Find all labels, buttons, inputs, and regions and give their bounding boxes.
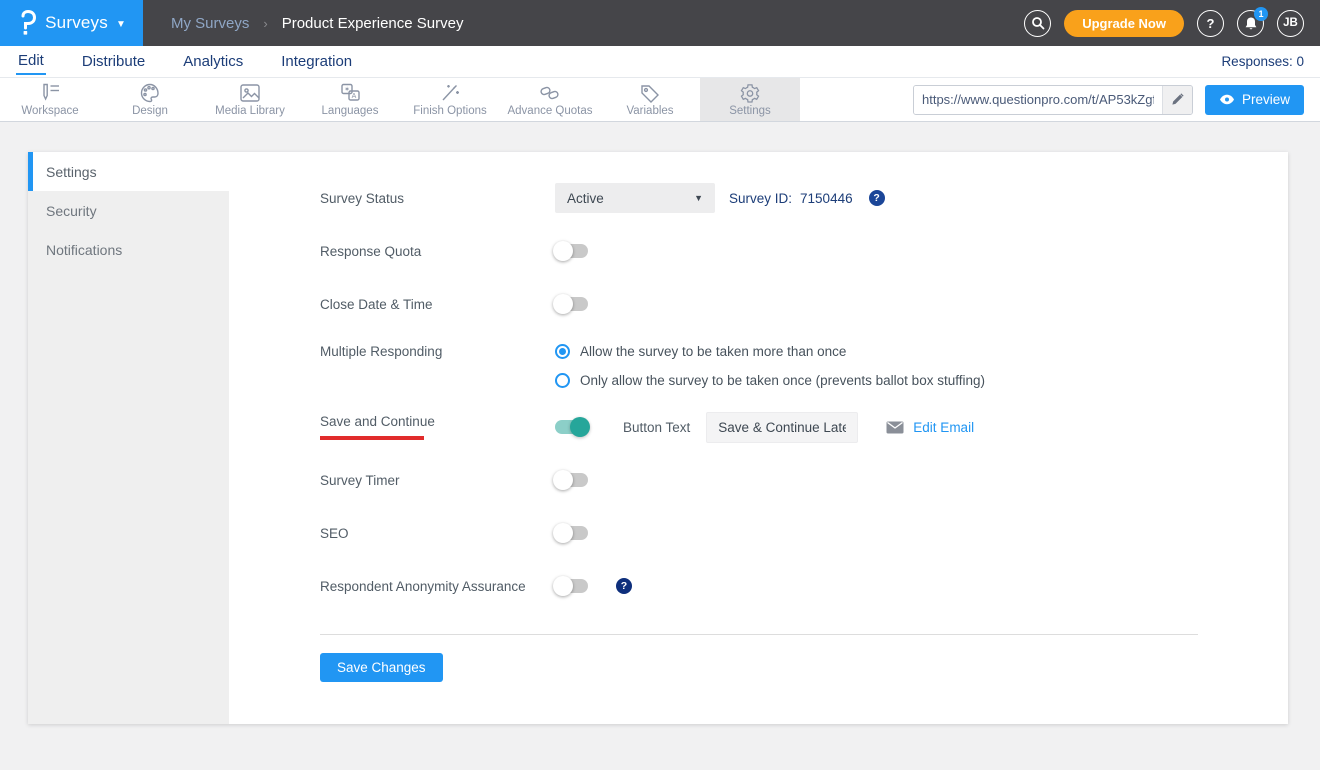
help-button[interactable]: ?: [1197, 10, 1224, 37]
seo-toggle[interactable]: [555, 526, 588, 540]
survey-status-label: Survey Status: [320, 191, 555, 206]
toolbar-right: Preview: [913, 78, 1320, 121]
toolbar-item-finish-options[interactable]: Finish Options: [400, 78, 500, 121]
sidebar-item-settings[interactable]: Settings: [28, 152, 229, 191]
svg-text:A: A: [352, 93, 357, 100]
toolbar-item-variables[interactable]: Variables: [600, 78, 700, 121]
close-date-row: Close Date & Time: [320, 288, 1198, 320]
edit-email-link[interactable]: Edit Email: [886, 420, 974, 435]
edit-url-button[interactable]: [1162, 86, 1192, 114]
breadcrumb-separator: ›: [263, 16, 267, 31]
form-divider: [320, 634, 1198, 635]
search-button[interactable]: [1024, 10, 1051, 37]
sidebar-item-notifications[interactable]: Notifications: [28, 230, 229, 269]
multiple-responding-row: Multiple Responding Allow the survey to …: [320, 341, 1198, 388]
toolbar-item-languages[interactable]: ✶ A Languages: [300, 78, 400, 121]
save-and-continue-toggle[interactable]: [555, 420, 588, 434]
page-title: Product Experience Survey: [282, 15, 464, 32]
respondent-anonymity-label: Respondent Anonymity Assurance: [320, 579, 555, 594]
languages-icon: ✶ A: [338, 83, 362, 103]
seo-row: SEO: [320, 517, 1198, 549]
survey-url-box: [913, 85, 1193, 115]
survey-id-help-icon[interactable]: ?: [869, 190, 885, 206]
breadcrumb: My Surveys › Product Experience Survey: [171, 15, 463, 32]
notification-badge: 1: [1254, 7, 1268, 21]
close-date-toggle[interactable]: [555, 297, 588, 311]
toolbar-item-workspace[interactable]: Workspace: [0, 78, 100, 121]
save-and-continue-label: Save and Continue: [320, 414, 555, 440]
search-icon: [1031, 16, 1045, 30]
surveys-product-menu[interactable]: Surveys ▼: [0, 0, 143, 46]
tab-integration[interactable]: Integration: [279, 49, 354, 74]
chevron-down-icon: ▼: [116, 19, 126, 30]
variables-icon: [639, 83, 661, 103]
respondent-anonymity-toggle[interactable]: [555, 579, 588, 593]
product-name: Surveys: [45, 13, 108, 33]
unsaved-change-indicator: [320, 436, 424, 440]
survey-id-value: 7150446: [800, 191, 853, 206]
toolbar-item-advance-quotas[interactable]: Advance Quotas: [500, 78, 600, 121]
media-library-icon: [238, 83, 262, 103]
save-changes-button[interactable]: Save Changes: [320, 653, 443, 682]
edit-toolbar: Workspace Design Media Library ✶ A Langu…: [0, 78, 1320, 122]
survey-url-input[interactable]: [914, 86, 1162, 114]
settings-icon: [739, 83, 761, 103]
respondent-anonymity-row: Respondent Anonymity Assurance ?: [320, 570, 1198, 602]
toolbar-item-settings[interactable]: Settings: [700, 78, 800, 121]
settings-sidebar: Settings Security Notifications: [28, 152, 229, 724]
save-and-continue-row: Save and Continue Button Text Edit Email: [320, 411, 1198, 443]
section-tabs: Edit Distribute Analytics Integration Re…: [0, 46, 1320, 78]
tab-analytics[interactable]: Analytics: [181, 49, 245, 74]
radio-icon: [555, 344, 570, 359]
multiple-responding-label: Multiple Responding: [320, 341, 555, 359]
response-quota-row: Response Quota: [320, 235, 1198, 267]
multiple-responding-options: Allow the survey to be taken more than o…: [555, 341, 985, 388]
upgrade-now-button[interactable]: Upgrade Now: [1064, 10, 1184, 37]
radio-icon: [555, 373, 570, 388]
advance-quotas-icon: [538, 83, 562, 103]
survey-timer-toggle[interactable]: [555, 473, 588, 487]
response-quota-toggle[interactable]: [555, 244, 588, 258]
tab-distribute[interactable]: Distribute: [80, 49, 147, 74]
settings-card: Settings Security Notifications Survey S…: [28, 152, 1288, 724]
close-date-label: Close Date & Time: [320, 297, 555, 312]
user-avatar[interactable]: JB: [1277, 10, 1304, 37]
questionpro-logo-icon: [17, 10, 37, 36]
design-icon: [139, 83, 161, 103]
radio-option-only-once[interactable]: Only allow the survey to be taken once (…: [555, 373, 985, 388]
preview-button[interactable]: Preview: [1205, 85, 1304, 115]
design-label: Design: [132, 105, 168, 117]
radio-option-allow-multiple[interactable]: Allow the survey to be taken more than o…: [555, 344, 985, 359]
notifications-button[interactable]: 1: [1237, 10, 1264, 37]
button-text-input[interactable]: [706, 412, 858, 443]
toolbar-item-media-library[interactable]: Media Library: [200, 78, 300, 121]
survey-timer-row: Survey Timer: [320, 464, 1198, 496]
chevron-down-icon: ▼: [694, 193, 703, 203]
responses-count: Responses: 0: [1221, 54, 1304, 69]
survey-status-row: Survey Status Active ▼ Survey ID: 715044…: [320, 182, 1198, 214]
survey-status-select[interactable]: Active ▼: [555, 183, 715, 213]
response-quota-label: Response Quota: [320, 244, 555, 259]
workspace-icon: [38, 83, 62, 103]
finish-options-icon: [439, 83, 461, 103]
survey-id-label: Survey ID:: [729, 191, 792, 206]
question-mark-icon: ?: [1207, 16, 1215, 31]
toolbar-item-design[interactable]: Design: [100, 78, 200, 121]
button-text-label: Button Text: [623, 420, 690, 435]
settings-form: Survey Status Active ▼ Survey ID: 715044…: [229, 152, 1288, 724]
seo-label: SEO: [320, 526, 555, 541]
sidebar-item-security[interactable]: Security: [28, 191, 229, 230]
breadcrumb-my-surveys[interactable]: My Surveys: [171, 15, 249, 32]
svg-text:✶: ✶: [344, 85, 350, 93]
top-header: Surveys ▼ My Surveys › Product Experienc…: [0, 0, 1320, 46]
envelope-icon: [886, 421, 904, 434]
pencil-icon: [1171, 93, 1184, 106]
respondent-anonymity-help-icon[interactable]: ?: [616, 578, 632, 594]
eye-icon: [1219, 94, 1235, 105]
tab-edit[interactable]: Edit: [16, 48, 46, 75]
page-body: Settings Security Notifications Survey S…: [0, 122, 1320, 724]
header-actions: Upgrade Now ? 1 JB: [1024, 10, 1320, 37]
survey-timer-label: Survey Timer: [320, 473, 555, 488]
